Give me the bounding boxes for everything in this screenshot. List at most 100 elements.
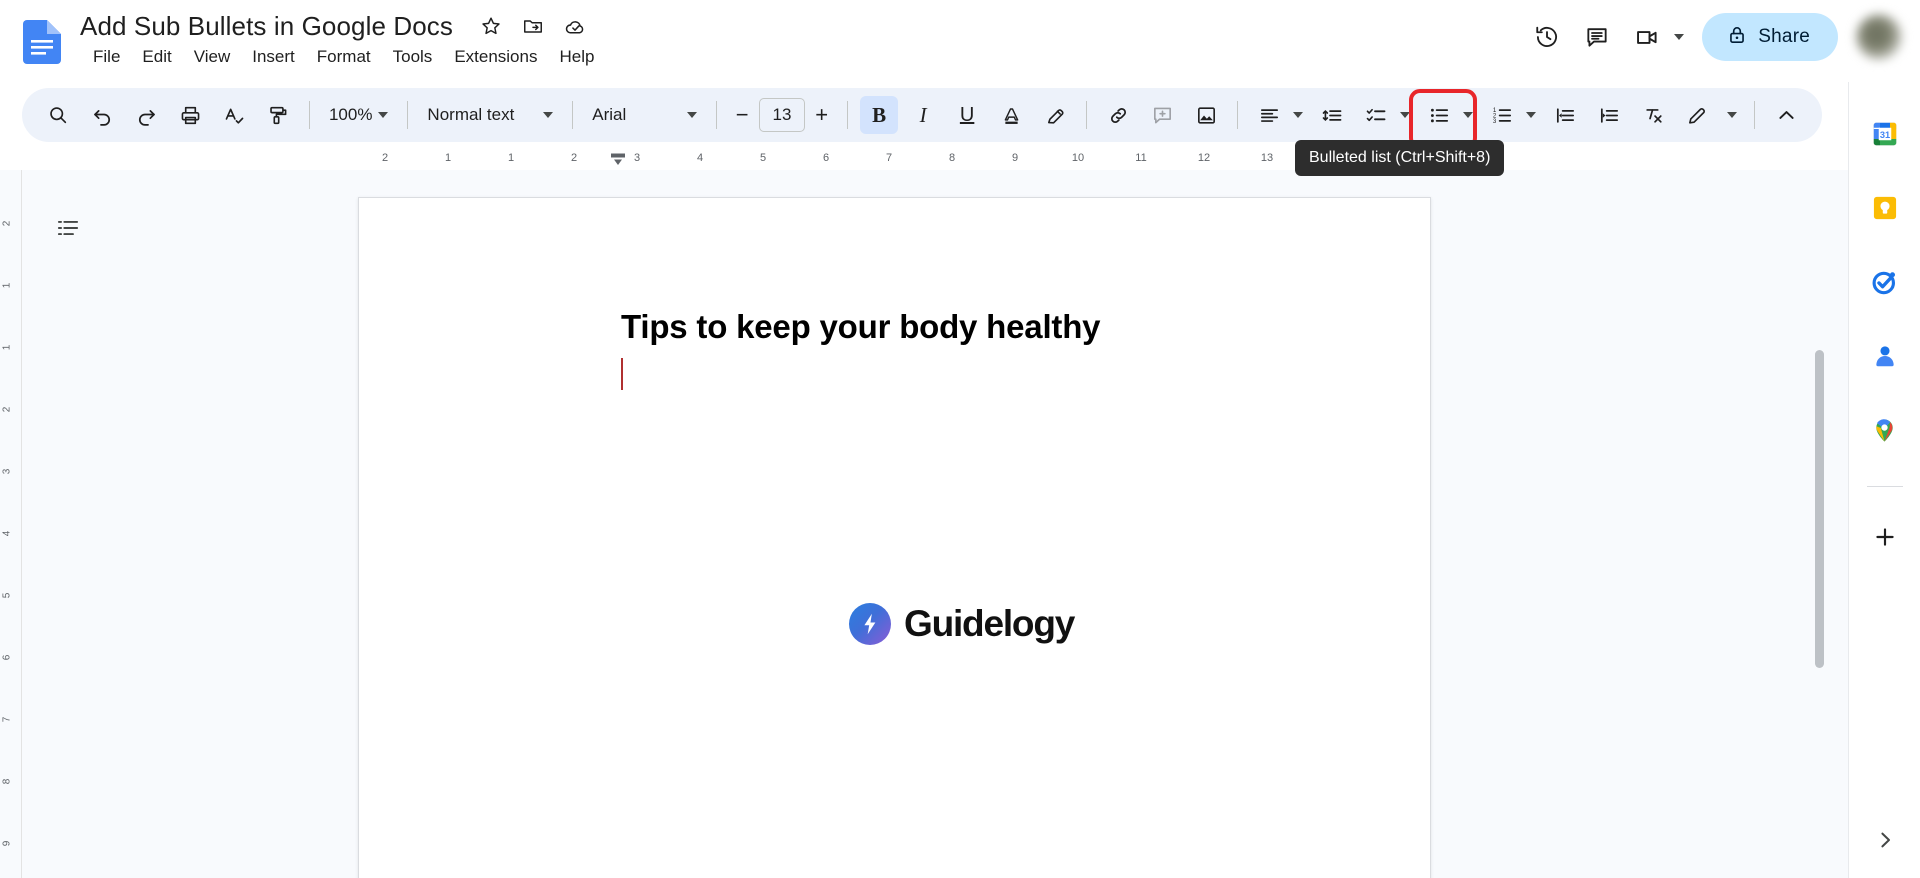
video-camera-icon[interactable] [1622,12,1672,62]
checklist-chevron-down-icon[interactable] [1396,96,1414,134]
ruler-tick: 2 [570,152,578,164]
ruler-tick: 5 [759,152,767,164]
menu-format[interactable]: Format [306,44,382,70]
align-button[interactable] [1250,96,1288,134]
font-size-input[interactable]: 13 [758,98,806,132]
highlight-color-icon[interactable] [1036,96,1074,134]
google-maps-icon[interactable] [1863,408,1907,452]
move-folder-icon[interactable] [521,14,545,38]
menu-extensions[interactable]: Extensions [443,44,548,70]
add-comment-icon[interactable] [1143,96,1181,134]
vruler-tick: 5 [1,592,13,599]
comments-icon[interactable] [1572,12,1622,62]
paragraph-style-select[interactable]: Normal text [417,96,563,134]
main-toolbar: 100% Normal text Arial − 13 + B I U 1 2 … [22,88,1822,149]
document-title[interactable]: Add Sub Bullets in Google Docs [80,10,453,42]
bulleted-list-tooltip: Bulleted list (Ctrl+Shift+8) [1295,140,1505,176]
redo-icon[interactable] [127,96,165,134]
menu-view[interactable]: View [183,44,242,70]
italic-button[interactable]: I [904,96,942,134]
ruler-tick: 8 [948,152,956,164]
svg-text:3: 3 [1492,117,1496,124]
vruler-tick: 1 [1,344,13,351]
vruler-tick: 9 [1,840,13,847]
print-icon[interactable] [171,96,209,134]
ruler-tick: 6 [822,152,830,164]
toolbar-divider [572,101,574,129]
increase-indent-button[interactable] [1590,96,1628,134]
bulleted-list-button[interactable] [1409,89,1478,149]
title-icon-group [479,14,587,38]
bulleted-list-chevron-down-icon[interactable] [1459,96,1477,134]
vertical-scrollbar[interactable] [1815,350,1824,668]
google-contacts-icon[interactable] [1863,334,1907,378]
spellcheck-icon[interactable] [215,96,253,134]
add-addon-icon[interactable] [1863,515,1907,559]
indent-marker[interactable] [610,152,626,166]
user-avatar[interactable] [1856,14,1902,60]
increase-font-size-button[interactable]: + [805,98,838,132]
toolbar-divider [309,101,310,129]
chevron-down-icon [1727,112,1738,118]
decrease-font-size-button[interactable]: − [726,98,759,132]
search-icon[interactable] [39,96,77,134]
ruler-tick: 1 [507,152,515,164]
top-bar: Add Sub Bullets in Google Docs File Edit… [0,0,1920,82]
zoom-select[interactable]: 100% [319,96,398,134]
toolbar-divider [847,101,849,129]
font-family-select[interactable]: Arial [582,96,707,134]
ruler-tick: 13 [1260,152,1274,164]
vertical-ruler[interactable]: 2 1 1 2 3 4 5 6 7 8 9 [0,170,22,878]
zoom-value: 100% [328,105,373,124]
document-page[interactable]: Tips to keep your body healthy Guidelogy [358,197,1431,878]
line-spacing-button[interactable] [1313,96,1351,134]
star-icon[interactable] [479,14,503,38]
decrease-indent-button[interactable] [1546,96,1584,134]
meet-call-button[interactable] [1622,12,1692,62]
version-history-icon[interactable] [1522,12,1572,62]
align-chevron-down-icon[interactable] [1289,96,1307,134]
numbered-list-button[interactable]: 1 2 3 [1483,96,1521,134]
bold-button[interactable]: B [860,96,899,134]
menu-tools[interactable]: Tools [382,44,444,70]
google-keep-icon[interactable] [1863,186,1907,230]
share-label: Share [1758,26,1810,47]
insert-image-icon[interactable] [1187,96,1225,134]
google-docs-logo-icon[interactable] [22,18,66,66]
google-calendar-icon[interactable]: 31 [1863,112,1907,156]
bold-label: B [872,102,887,127]
meet-chevron-down-icon[interactable] [1674,34,1685,40]
collapse-menus-button[interactable] [1767,96,1805,134]
expand-side-panel-icon[interactable] [1863,818,1907,862]
share-button[interactable]: Share [1702,13,1838,61]
toolbar-divider [1237,101,1239,129]
insert-link-icon[interactable] [1099,96,1137,134]
editing-mode-chevron-down-icon[interactable] [1722,96,1742,134]
menu-insert[interactable]: Insert [241,44,306,70]
ruler-track: 2 1 1 2 3 4 5 6 7 8 9 10 11 12 13 14 15 [360,148,1432,170]
horizontal-ruler[interactable]: 2 1 1 2 3 4 5 6 7 8 9 10 11 12 13 14 15 [0,148,1920,170]
document-heading[interactable]: Tips to keep your body healthy [621,308,1101,346]
ruler-tick: 9 [1011,152,1019,164]
ruler-tick: 12 [1197,152,1211,164]
underline-button[interactable]: U [948,96,986,134]
vruler-tick: 2 [1,220,13,227]
editing-mode-button[interactable] [1678,96,1716,134]
menu-file[interactable]: File [82,44,131,70]
undo-icon[interactable] [83,96,121,134]
checklist-button[interactable] [1357,96,1395,134]
menu-help[interactable]: Help [548,44,605,70]
vruler-tick: 6 [1,654,13,661]
document-outline-icon[interactable] [48,208,88,248]
cloud-saved-icon[interactable] [563,14,587,38]
clear-formatting-button[interactable] [1634,96,1672,134]
ruler-tick: 10 [1071,152,1085,164]
toolbar-wrapper: 100% Normal text Arial − 13 + B I U 1 2 … [0,82,1920,149]
google-tasks-icon[interactable] [1863,260,1907,304]
italic-label: I [919,102,927,127]
numbered-list-chevron-down-icon[interactable] [1522,96,1540,134]
paint-format-icon[interactable] [259,96,297,134]
menu-bar: File Edit View Insert Format Tools Exten… [82,44,605,70]
menu-edit[interactable]: Edit [131,44,182,70]
text-color-icon[interactable] [992,96,1030,134]
